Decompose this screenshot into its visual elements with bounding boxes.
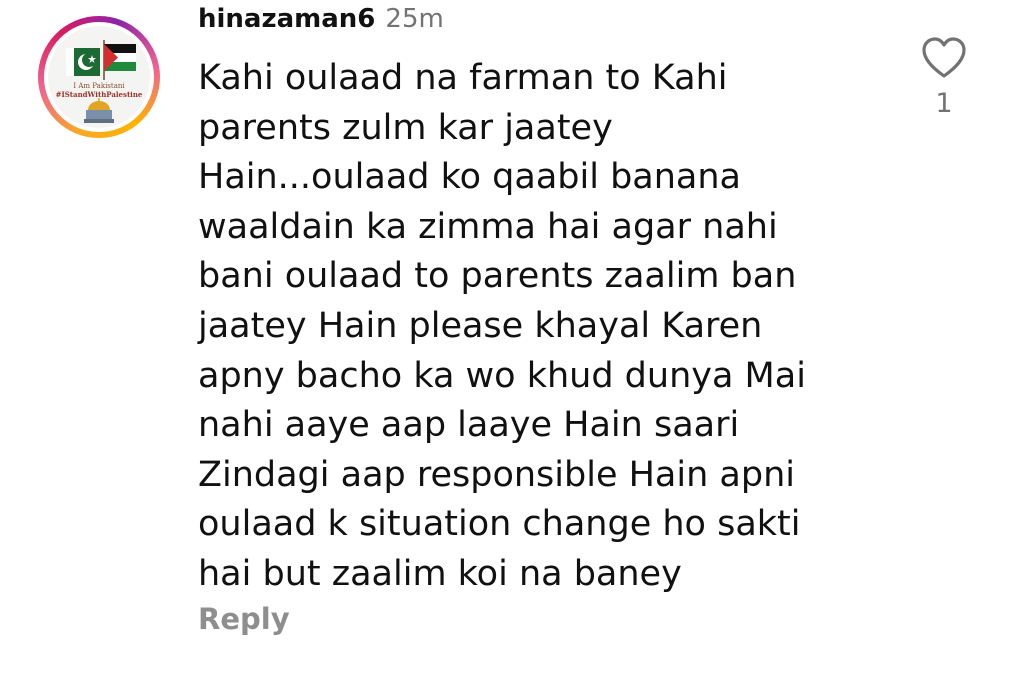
pakistan-flag-icon xyxy=(66,48,100,76)
like-button[interactable] xyxy=(920,36,968,80)
avatar-story-ring[interactable]: I Am Pakistani #IStandWithPalestine xyxy=(38,16,160,138)
avatar-caption-line1: I Am Pakistani xyxy=(73,82,125,90)
palestine-flag-icon xyxy=(104,44,136,71)
like-count: 1 xyxy=(935,88,953,119)
comment-body: Kahi oulaad na farman to Kahi parents zu… xyxy=(198,58,806,594)
avatar[interactable]: I Am Pakistani #IStandWithPalestine xyxy=(44,22,154,132)
username-link[interactable]: hinazaman6 xyxy=(198,4,375,34)
heart-outline-icon xyxy=(922,37,966,78)
comment-header: hinazaman6 25m xyxy=(198,4,444,44)
reply-button[interactable]: Reply xyxy=(198,602,290,636)
avatar-image: I Am Pakistani #IStandWithPalestine xyxy=(48,26,150,128)
comment-item: I Am Pakistani #IStandWithPalestine hina… xyxy=(0,0,1024,679)
flags-illustration-icon xyxy=(66,40,136,123)
comment-timestamp: 25m xyxy=(385,4,444,34)
dome-icon xyxy=(84,98,114,123)
avatar-caption-line2: #IStandWithPalestine xyxy=(55,90,143,99)
